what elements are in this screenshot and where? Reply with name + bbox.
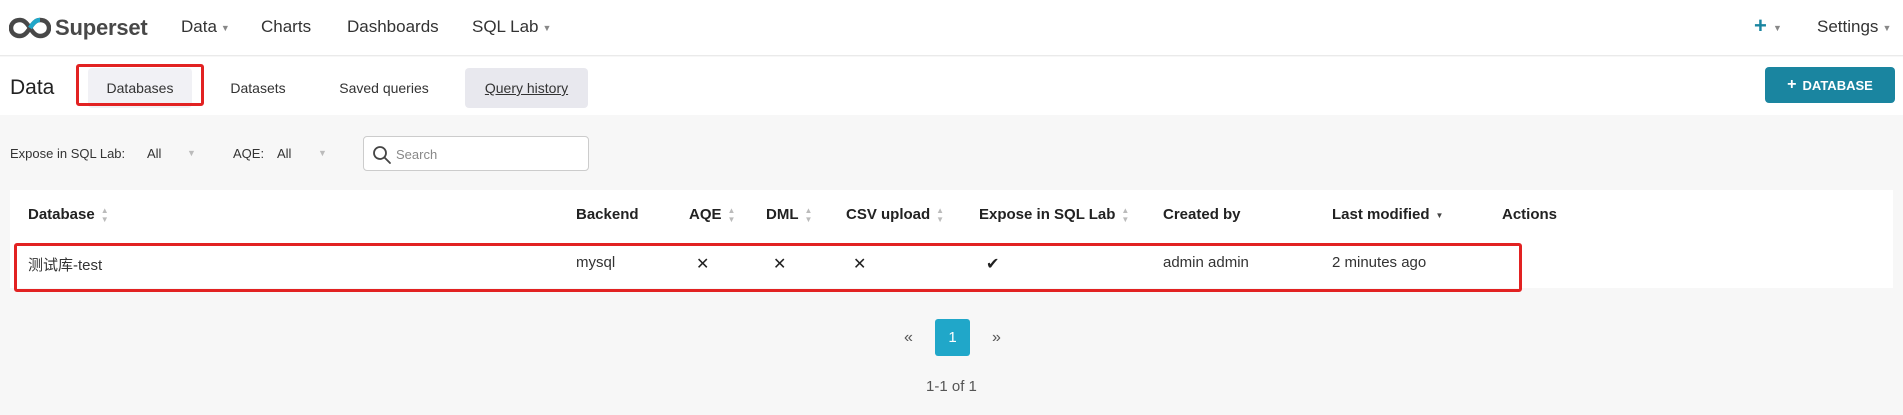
filter-aqe-select[interactable]: All <box>277 146 291 161</box>
chevron-down-icon[interactable]: ▼ <box>187 148 196 158</box>
column-header-aqe[interactable]: AQE ▲ ▼ <box>689 206 735 224</box>
add-database-button[interactable]: + DATABASE <box>1765 67 1895 103</box>
superset-logo-icon <box>9 17 51 39</box>
pagination-prev[interactable]: « <box>904 329 913 347</box>
column-header-label: Created by <box>1163 206 1241 223</box>
chevron-down-icon: ▼ <box>220 22 230 33</box>
column-header-label: CSV upload <box>846 206 931 223</box>
chevron-down-icon[interactable]: ▼ <box>318 148 327 158</box>
annotation-highlight-row <box>14 243 1522 292</box>
chevron-down-icon: ▼ <box>542 22 552 33</box>
annotation-highlight-tab <box>76 64 204 106</box>
plus-icon: + <box>1787 76 1797 93</box>
nav-charts-label: Charts <box>261 17 312 36</box>
pagination-summary: 1-1 of 1 <box>926 378 977 395</box>
chevron-down-icon: ▼ <box>1882 22 1892 33</box>
nav-data[interactable]: Data ▼ <box>181 17 230 37</box>
sort-icon: ▲ ▼ <box>1121 206 1130 225</box>
search-box[interactable] <box>363 136 589 171</box>
column-header-label: Database <box>28 206 95 223</box>
nav-data-label: Data <box>181 17 217 36</box>
plus-icon[interactable]: + <box>1754 14 1767 38</box>
column-header-database[interactable]: Database ▲ ▼ <box>28 206 109 224</box>
tab-saved-queries[interactable]: Saved queries <box>330 68 438 108</box>
column-header-label: Last modified <box>1332 206 1430 223</box>
tab-datasets[interactable]: Datasets <box>218 68 298 108</box>
column-header-csv-upload[interactable]: CSV upload ▲ ▼ <box>846 206 944 224</box>
sort-icon: ▲ ▼ <box>100 206 109 225</box>
pagination-next[interactable]: » <box>992 329 1001 347</box>
sub-header: Data Databases Datasets Saved queries Qu… <box>0 57 1903 115</box>
sort-icon: ▲ ▼ <box>804 206 813 225</box>
column-header-label: AQE <box>689 206 722 223</box>
search-icon <box>373 146 391 164</box>
app-name: Superset <box>55 15 148 40</box>
settings-menu[interactable]: Settings ▼ <box>1817 17 1891 37</box>
nav-charts[interactable]: Charts <box>261 17 311 37</box>
column-header-expose-in-sql-lab[interactable]: Expose in SQL Lab ▲ ▼ <box>979 206 1129 224</box>
nav-sql-lab-label: SQL Lab <box>472 17 539 36</box>
settings-label: Settings <box>1817 17 1879 36</box>
column-header-label: DML <box>766 206 799 223</box>
pagination-page-1[interactable]: 1 <box>935 319 970 356</box>
sort-desc-icon: ▼ <box>1435 210 1444 220</box>
column-header-dml[interactable]: DML ▲ ▼ <box>766 206 812 224</box>
search-input[interactable] <box>396 143 581 165</box>
column-header-label: Expose in SQL Lab <box>979 206 1116 223</box>
nav-sql-lab[interactable]: SQL Lab ▼ <box>472 17 551 37</box>
filter-expose-select[interactable]: All <box>147 146 161 161</box>
nav-dashboards-label: Dashboards <box>347 17 439 36</box>
top-navbar: Superset Data ▼ Charts Dashboards SQL Lab… <box>0 0 1903 56</box>
superset-logo[interactable]: Superset <box>9 15 148 41</box>
page-title: Data <box>10 76 55 99</box>
tab-query-history[interactable]: Query history <box>465 68 588 108</box>
nav-dashboards[interactable]: Dashboards <box>347 17 439 37</box>
filter-aqe-label: AQE: <box>233 146 265 161</box>
filter-expose-label: Expose in SQL Lab: <box>10 146 126 161</box>
column-header-backend: Backend <box>576 206 639 223</box>
chevron-down-icon[interactable]: ▼ <box>1773 23 1782 33</box>
column-header-label: Actions <box>1502 206 1558 223</box>
column-header-actions: Actions <box>1502 206 1557 223</box>
column-header-label: Backend <box>576 206 639 223</box>
column-header-last-modified[interactable]: Last modified ▼ <box>1332 206 1443 223</box>
sort-icon: ▲ ▼ <box>727 206 736 225</box>
column-header-created-by: Created by <box>1163 206 1241 223</box>
add-database-label: DATABASE <box>1802 77 1873 93</box>
sort-icon: ▲ ▼ <box>936 206 945 225</box>
